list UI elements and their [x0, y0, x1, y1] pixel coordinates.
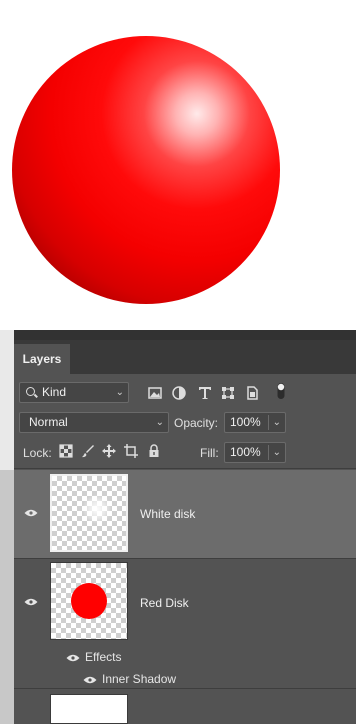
- layer-row-background[interactable]: [14, 690, 356, 724]
- panel-separator: [14, 468, 356, 469]
- field-divider: [268, 445, 269, 460]
- layer-thumbnail: [50, 694, 128, 724]
- tab-layers[interactable]: Layers: [14, 344, 70, 374]
- layer-divider: [14, 688, 356, 689]
- layer-row-white-disk[interactable]: White disk: [14, 470, 356, 558]
- opacity-label: Opacity:: [174, 416, 219, 430]
- lock-transparent-icon[interactable]: [59, 444, 73, 458]
- chevron-down-icon[interactable]: ⌄: [273, 413, 281, 432]
- red-sphere: [12, 36, 280, 304]
- filter-kind-label: Kind: [42, 385, 67, 399]
- search-icon: [26, 387, 35, 396]
- type-filter-icon[interactable]: [198, 386, 212, 400]
- layer-name[interactable]: White disk: [140, 507, 195, 521]
- shape-filter-icon[interactable]: [221, 386, 235, 400]
- panel-header-strip: [14, 330, 356, 340]
- layer-name[interactable]: Red Disk: [140, 596, 189, 610]
- white-disk-preview: [82, 494, 112, 524]
- inner-shadow-visibility-eye-icon[interactable]: [83, 676, 97, 684]
- lock-artboard-icon[interactable]: [124, 444, 138, 458]
- visibility-eye-icon[interactable]: [24, 598, 38, 606]
- fill-label: Fill:: [200, 446, 219, 460]
- document-canvas[interactable]: [0, 0, 356, 330]
- image-filter-icon[interactable]: [148, 386, 162, 400]
- canvas-edge-lower: [0, 470, 14, 724]
- lock-label: Lock:: [23, 446, 52, 460]
- fill-field[interactable]: 100% ⌄: [224, 442, 286, 463]
- blend-mode-select[interactable]: Normal ⌄: [19, 412, 169, 433]
- opacity-value: 100%: [230, 415, 261, 429]
- chevron-down-icon[interactable]: ⌄: [273, 443, 281, 462]
- lock-image-icon[interactable]: [81, 444, 95, 458]
- lock-position-icon[interactable]: [102, 444, 116, 458]
- chevron-down-icon: ⌄: [115, 387, 124, 398]
- layer-divider: [14, 558, 356, 559]
- adjustment-filter-icon[interactable]: [172, 386, 186, 400]
- opacity-field[interactable]: 100% ⌄: [224, 412, 286, 433]
- effects-label: Effects: [85, 650, 122, 664]
- effects-visibility-eye-icon[interactable]: [66, 654, 80, 662]
- panel-tab-bar: Layers: [14, 340, 356, 374]
- red-disk-preview: [71, 583, 107, 619]
- blend-mode-value: Normal: [29, 415, 68, 429]
- smart-object-filter-icon[interactable]: [245, 386, 259, 400]
- fill-value: 100%: [230, 445, 261, 459]
- layer-row-red-disk[interactable]: Red Disk Effects Inner Shadow: [14, 560, 356, 688]
- field-divider: [268, 415, 269, 430]
- visibility-eye-icon[interactable]: [24, 509, 38, 517]
- filter-toggle-icon[interactable]: [276, 382, 286, 400]
- effect-inner-shadow[interactable]: Inner Shadow: [102, 672, 176, 686]
- filter-kind-select[interactable]: Kind ⌄: [19, 382, 129, 403]
- chevron-down-icon: ⌄: [155, 417, 164, 428]
- layer-thumbnail: [50, 474, 128, 552]
- layer-thumbnail: [50, 562, 128, 640]
- layers-panel: Layers Kind ⌄ Normal ⌄ Opacity: 100% ⌄ L…: [14, 330, 356, 724]
- lock-all-icon[interactable]: [147, 444, 161, 458]
